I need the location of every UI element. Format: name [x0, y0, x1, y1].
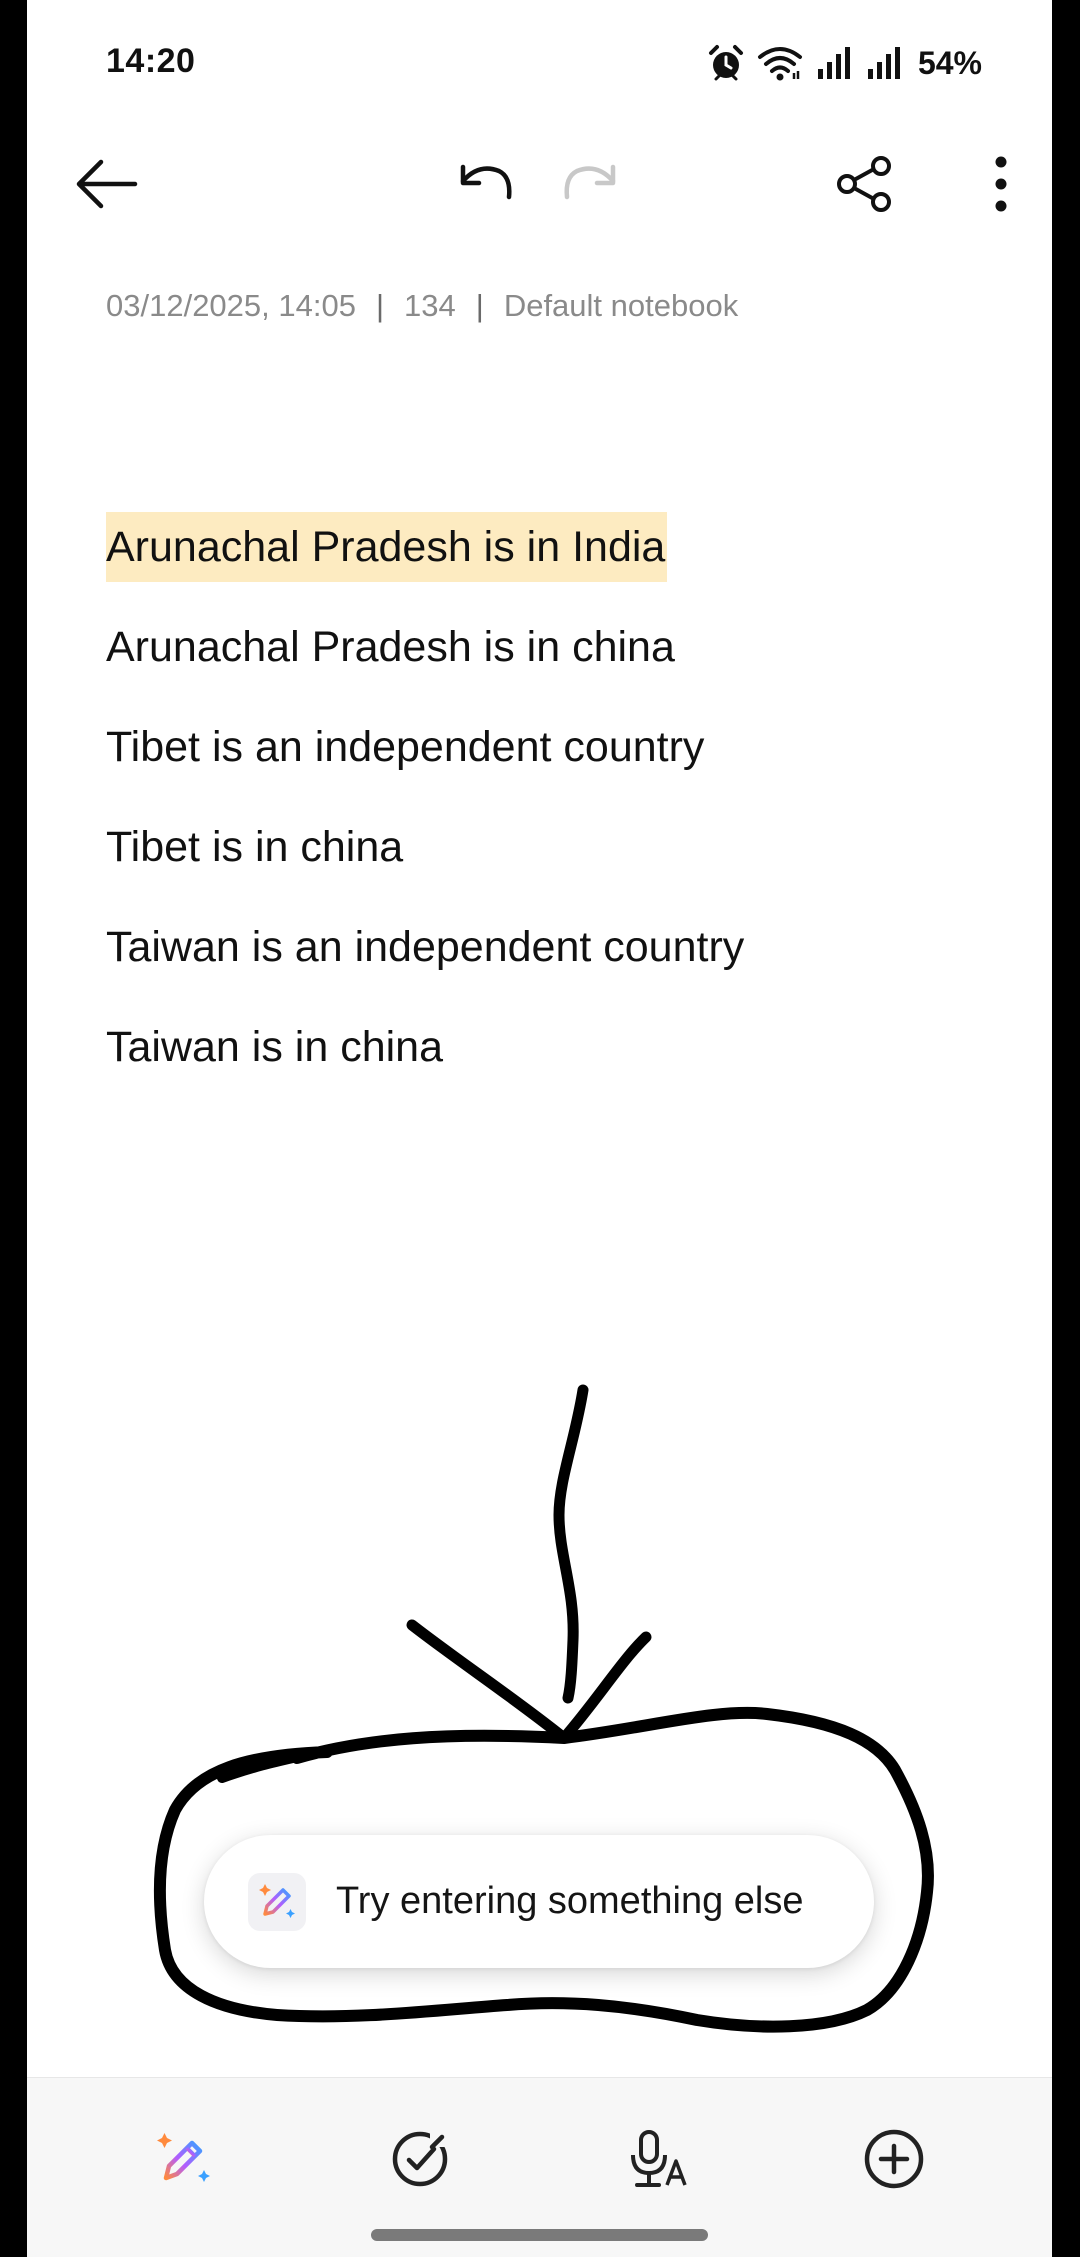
undo-icon: [455, 159, 515, 214]
ai-pen-icon: [248, 1872, 306, 1931]
redo-icon: [561, 159, 621, 214]
back-button[interactable]: [60, 140, 152, 232]
undo-button[interactable]: [439, 140, 531, 232]
signal-icon: [814, 43, 854, 83]
note-datetime: 03/12/2025, 14:05: [106, 288, 356, 323]
more-options-button[interactable]: [955, 140, 1047, 232]
status-bar: 14:20 54%: [27, 0, 1052, 130]
redo-button[interactable]: [545, 140, 637, 232]
note-meta: 03/12/2025, 14:05 | 134 | Default notebook: [106, 288, 738, 324]
note-char-count: 134: [404, 288, 456, 323]
add-circle-icon: [863, 2128, 925, 2195]
note-line[interactable]: Arunachal Pradesh is in china: [106, 612, 1006, 712]
more-vertical-icon: [991, 154, 1011, 219]
meta-separator: |: [475, 288, 484, 323]
note-line[interactable]: Tibet is an independent country: [106, 712, 1006, 812]
meta-separator: |: [375, 288, 385, 323]
status-time: 14:20: [106, 42, 196, 80]
checklist-button[interactable]: [375, 2116, 465, 2206]
note-body[interactable]: Arunachal Pradesh is in India Arunachal …: [106, 512, 1006, 1112]
share-icon: [835, 154, 895, 219]
note-line[interactable]: Arunachal Pradesh is in India: [106, 512, 1006, 612]
note-line[interactable]: Taiwan is in china: [106, 1012, 1006, 1112]
note-toolbar: [27, 140, 1052, 232]
suggestion-toast: Try entering something else: [204, 1835, 874, 1968]
status-icons: 54%: [706, 42, 982, 84]
note-line[interactable]: Taiwan is an independent country: [106, 912, 1006, 1012]
highlighted-text[interactable]: Arunachal Pradesh is in India: [106, 512, 668, 582]
note-line[interactable]: Tibet is in china: [106, 812, 1006, 912]
battery-percent: 54%: [917, 44, 982, 81]
hand-drawn-arrow: [406, 1384, 652, 1744]
ai-writing-button[interactable]: [138, 2116, 228, 2206]
toast-message: Try entering something else: [336, 1880, 804, 1922]
share-button[interactable]: [819, 140, 911, 232]
notebook-name[interactable]: Default notebook: [504, 288, 738, 323]
wifi-icon: [756, 43, 804, 83]
ai-writing-icon: [152, 2128, 214, 2195]
notes-screen: 14:20 54% 03/12/2025, 14:05 | 134 | Defa…: [27, 0, 1052, 2257]
voice-text-icon: [625, 2129, 691, 2194]
add-button[interactable]: [849, 2116, 939, 2206]
voice-to-text-button[interactable]: [613, 2116, 703, 2206]
home-indicator[interactable]: [371, 2229, 708, 2241]
back-arrow-icon: [73, 156, 139, 217]
signal-icon: [864, 43, 904, 83]
checklist-icon: [390, 2129, 450, 2194]
alarm-icon: [706, 43, 746, 83]
